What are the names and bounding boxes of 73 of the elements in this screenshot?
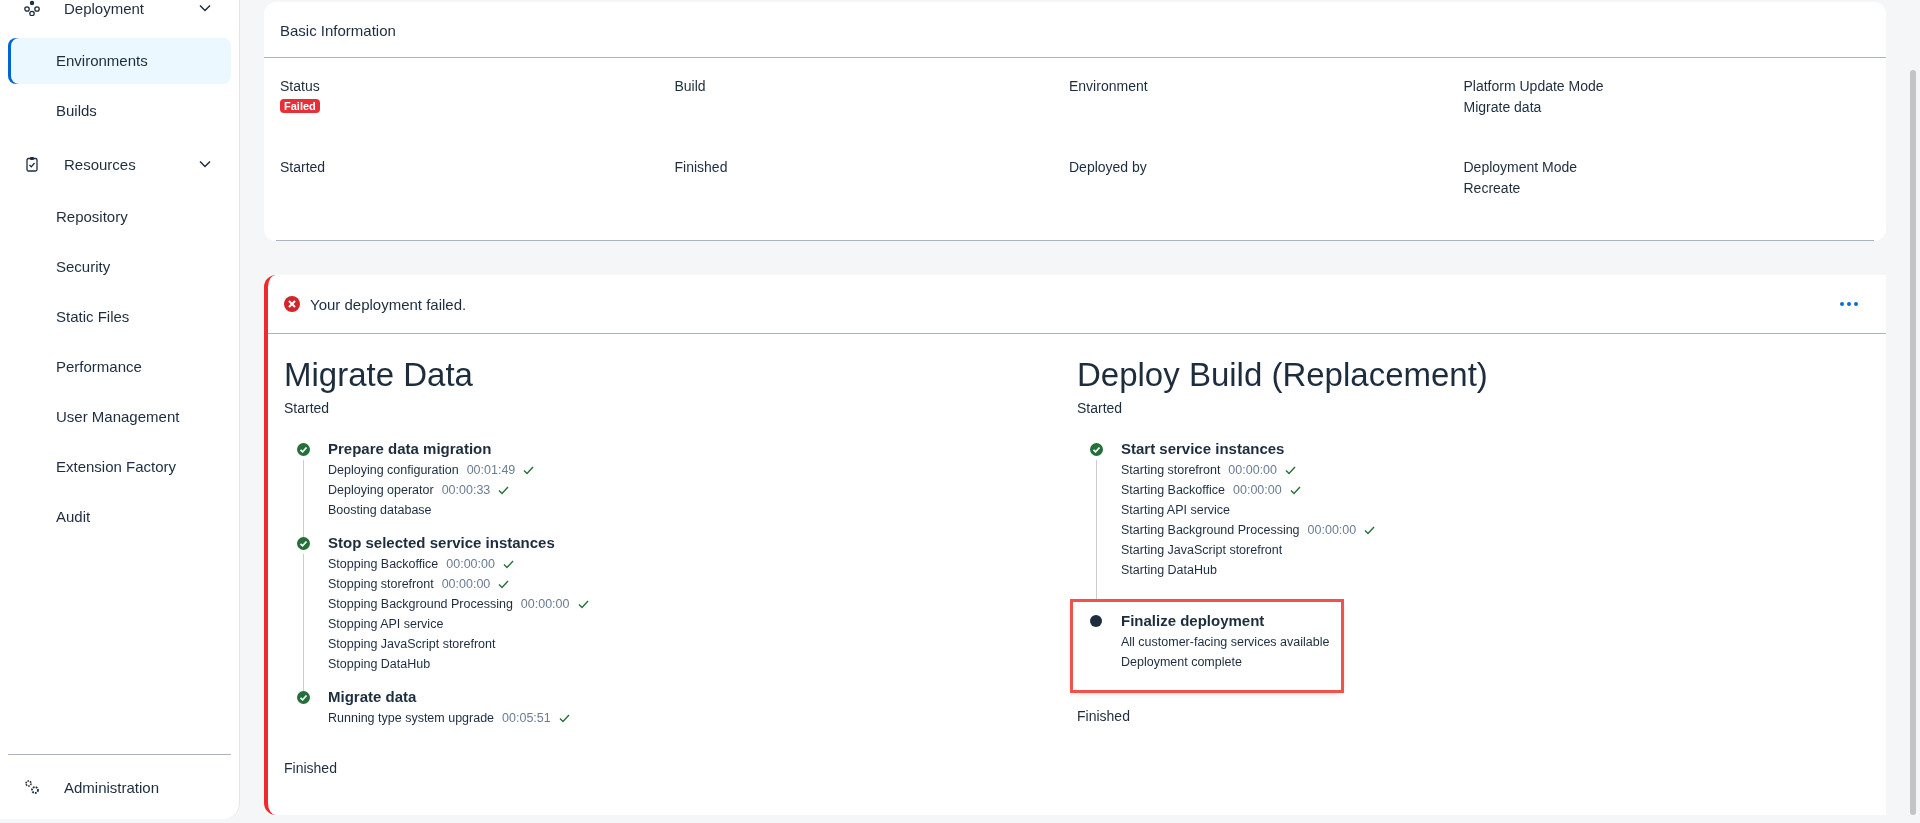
task-label: Starting API service [1121, 503, 1231, 517]
status-badge: Failed [280, 99, 320, 113]
gears-icon [24, 779, 40, 795]
alert-message: Your deployment failed. [310, 295, 468, 313]
nav-group-label: Resources [64, 155, 137, 173]
phase-end-label: Finished [284, 760, 338, 776]
nav-item[interactable]: Repository [8, 194, 231, 240]
card-title: Basic Information [264, 2, 1886, 58]
task-label: Starting Backoffice [1121, 483, 1225, 497]
nav-group-label: Deployment [64, 0, 146, 17]
more-icon[interactable] [1840, 302, 1858, 306]
phase-start-label: Started [284, 400, 331, 416]
task-duration: 00:00:00 [520, 597, 570, 611]
task-duration: 00:05:51 [502, 711, 551, 725]
task-label: Starting DataHub [1121, 563, 1217, 577]
scrollbar-thumb[interactable] [1910, 70, 1916, 815]
field-label: Environment [1069, 78, 1148, 94]
task-label: Starting storefront [1121, 463, 1221, 477]
nav-item[interactable]: User Management [8, 394, 231, 440]
task-label: Stopping DataHub [328, 657, 431, 671]
phase-title: Deploy Build (Replacement) [1077, 356, 1489, 394]
task-duration: 00:00:00 [446, 557, 495, 571]
field-value: Migrate data [1463, 99, 1542, 115]
task-label: Stopping JavaScript storefront [328, 637, 496, 651]
nav-item[interactable]: Security [8, 244, 231, 290]
task-duration: 00:00:00 [1233, 483, 1282, 497]
nav-item[interactable]: Builds [8, 88, 231, 134]
field-label: Build [674, 78, 706, 94]
task-label: Running type system upgrade [328, 711, 495, 725]
task-label: Stopping Background Processing [328, 597, 513, 611]
nav-item[interactable]: Administration [64, 778, 160, 796]
step-title: Migrate data [328, 688, 418, 705]
nav-group[interactable]: Resources [8, 138, 231, 190]
nodes-icon [24, 0, 40, 16]
nav-item[interactable]: Audit [8, 494, 231, 540]
task-label: Deploying operator [328, 483, 434, 497]
task-label: Deploying configuration [328, 463, 459, 477]
nav-item[interactable]: Performance [8, 344, 231, 390]
nav-item[interactable]: Environments [8, 38, 231, 84]
task-label: Deployment complete [1121, 655, 1242, 669]
field-label: Deployment Mode [1463, 159, 1578, 175]
nav-item[interactable]: Extension Factory [8, 444, 231, 490]
chevron-icon [199, 4, 211, 12]
task-label: Starting JavaScript storefront [1121, 543, 1283, 557]
task-label: Stopping storefront [328, 577, 434, 591]
task-duration: 00:00:00 [1228, 463, 1278, 477]
task-label: Starting Background Processing [1121, 523, 1300, 537]
step-title: Start service instances [1121, 440, 1286, 457]
task-duration: 00:01:49 [466, 463, 516, 477]
field-value: Recreate [1463, 180, 1521, 196]
phase-start-label: Started [1077, 400, 1124, 416]
chevron-icon [199, 160, 211, 168]
clipboard-check-icon [24, 156, 40, 172]
task-label: Stopping Backoffice [328, 557, 439, 571]
step-title: Stop selected service instances [328, 534, 556, 551]
task-duration: 00:00:33 [441, 483, 491, 497]
field-label: Finished [674, 159, 728, 175]
step-title: Finalize deployment [1121, 612, 1266, 629]
nav-item[interactable]: Static Files [8, 294, 231, 340]
step-title: Prepare data migration [328, 440, 493, 457]
field-label: Deployed by [1069, 159, 1147, 175]
error-icon [284, 296, 300, 312]
phase-title: Migrate Data [284, 356, 474, 394]
field-label: Status [280, 78, 320, 94]
field-label: Started [280, 159, 326, 175]
task-label: Boosting database [328, 503, 432, 517]
task-label: All customer-facing services available [1121, 635, 1330, 649]
task-label: Stopping API service [328, 617, 444, 631]
field-label: Platform Update Mode [1463, 78, 1604, 94]
phase-end-label: Finished [1077, 708, 1131, 724]
nav-group[interactable]: Deployment [8, 0, 231, 34]
task-duration: 00:00:00 [1307, 523, 1357, 537]
task-duration: 00:00:00 [441, 577, 491, 591]
